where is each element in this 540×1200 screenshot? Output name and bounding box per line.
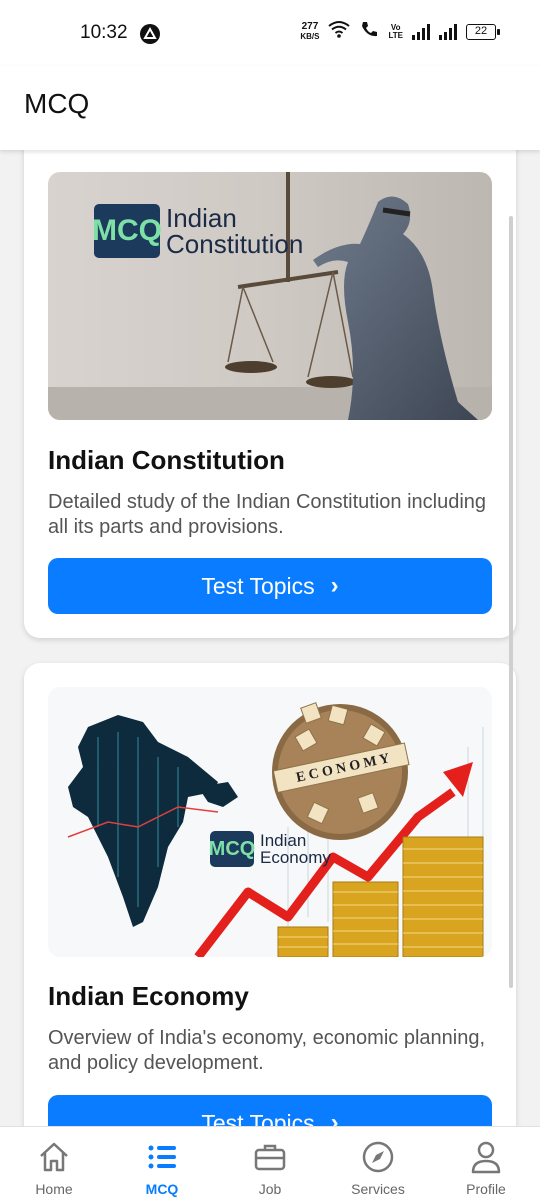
signal-icon-1	[412, 23, 430, 40]
app-bar: MCQ	[0, 66, 540, 150]
briefcase-icon	[252, 1139, 288, 1175]
mcq-logo: MCQ Indian Economy	[209, 831, 331, 867]
card-description: Detailed study of the Indian Constitutio…	[48, 491, 487, 538]
card-indian-economy[interactable]: E C O N O M Y MCQ Indian Economy Indian …	[24, 663, 516, 1126]
nav-item-job[interactable]: Job	[216, 1127, 324, 1200]
signal-icon-2	[439, 23, 457, 40]
volte-indicator: Vo LTE	[388, 23, 403, 40]
mcq-badge: MCQ	[209, 831, 255, 867]
nav-label-profile: Profile	[466, 1181, 506, 1197]
test-topics-button[interactable]: Test Topics ›	[48, 1095, 492, 1126]
logo-caption: Indian Economy	[260, 832, 331, 866]
notification-app-icon	[140, 24, 160, 44]
logo-caption: Indian Constitution	[166, 205, 303, 257]
compass-icon	[360, 1139, 396, 1175]
person-icon	[468, 1139, 504, 1175]
nav-item-services[interactable]: Services	[324, 1127, 432, 1200]
card-title: Indian Constitution	[48, 445, 285, 475]
bottom-navigation: Home MCQ Job Services Profile	[0, 1126, 540, 1200]
nav-item-profile[interactable]: Profile	[432, 1127, 540, 1200]
card-description: Overview of India's economy, economic pl…	[48, 1027, 486, 1074]
nav-item-mcq[interactable]: MCQ	[108, 1127, 216, 1200]
chevron-right-icon: ›	[330, 1109, 339, 1126]
nav-label-mcq: MCQ	[145, 1181, 179, 1197]
logo-line-2: Economy	[260, 848, 331, 867]
wifi-icon	[328, 20, 351, 43]
mcq-logo: MCQ Indian Constitution	[92, 204, 303, 258]
button-label: Test Topics	[201, 572, 315, 599]
nav-label-services: Services	[351, 1181, 405, 1197]
net-speed-value: 277	[301, 20, 319, 32]
card-title: Indian Economy	[48, 981, 249, 1011]
logo-line-1: Indian	[166, 203, 237, 233]
nav-item-home[interactable]: Home	[0, 1127, 108, 1200]
nav-label-home: Home	[35, 1181, 73, 1197]
list-icon	[144, 1139, 180, 1175]
page-title: MCQ	[24, 88, 90, 119]
status-time: 10:32	[80, 22, 128, 43]
battery-icon: 22	[466, 23, 500, 40]
card-indian-constitution[interactable]: MCQ Indian Constitution Indian Constitut…	[24, 150, 516, 638]
volte-bottom: LTE	[388, 30, 403, 40]
network-speed: 277 KB/S	[300, 20, 320, 42]
test-topics-button[interactable]: Test Topics ›	[48, 558, 492, 614]
home-icon	[36, 1139, 72, 1175]
mcq-list[interactable]: MCQ Indian Constitution Indian Constitut…	[0, 150, 540, 1126]
scrollbar[interactable]	[509, 216, 513, 988]
mcq-badge: MCQ	[92, 204, 162, 258]
logo-line-1: Indian	[260, 831, 307, 850]
card-image-constitution: MCQ Indian Constitution	[48, 172, 492, 420]
call-icon	[359, 20, 379, 43]
card-image-economy: E C O N O M Y MCQ Indian Economy	[48, 687, 492, 957]
button-label: Test Topics	[201, 1109, 315, 1127]
chevron-right-icon: ›	[330, 572, 339, 599]
nav-label-job: Job	[258, 1181, 282, 1197]
status-bar: 10:32 277 KB/S Vo LTE 22	[0, 0, 540, 66]
net-speed-unit: KB/S	[300, 31, 320, 41]
logo-line-2: Constitution	[166, 229, 304, 259]
status-icons: 277 KB/S Vo LTE 22	[300, 20, 500, 43]
